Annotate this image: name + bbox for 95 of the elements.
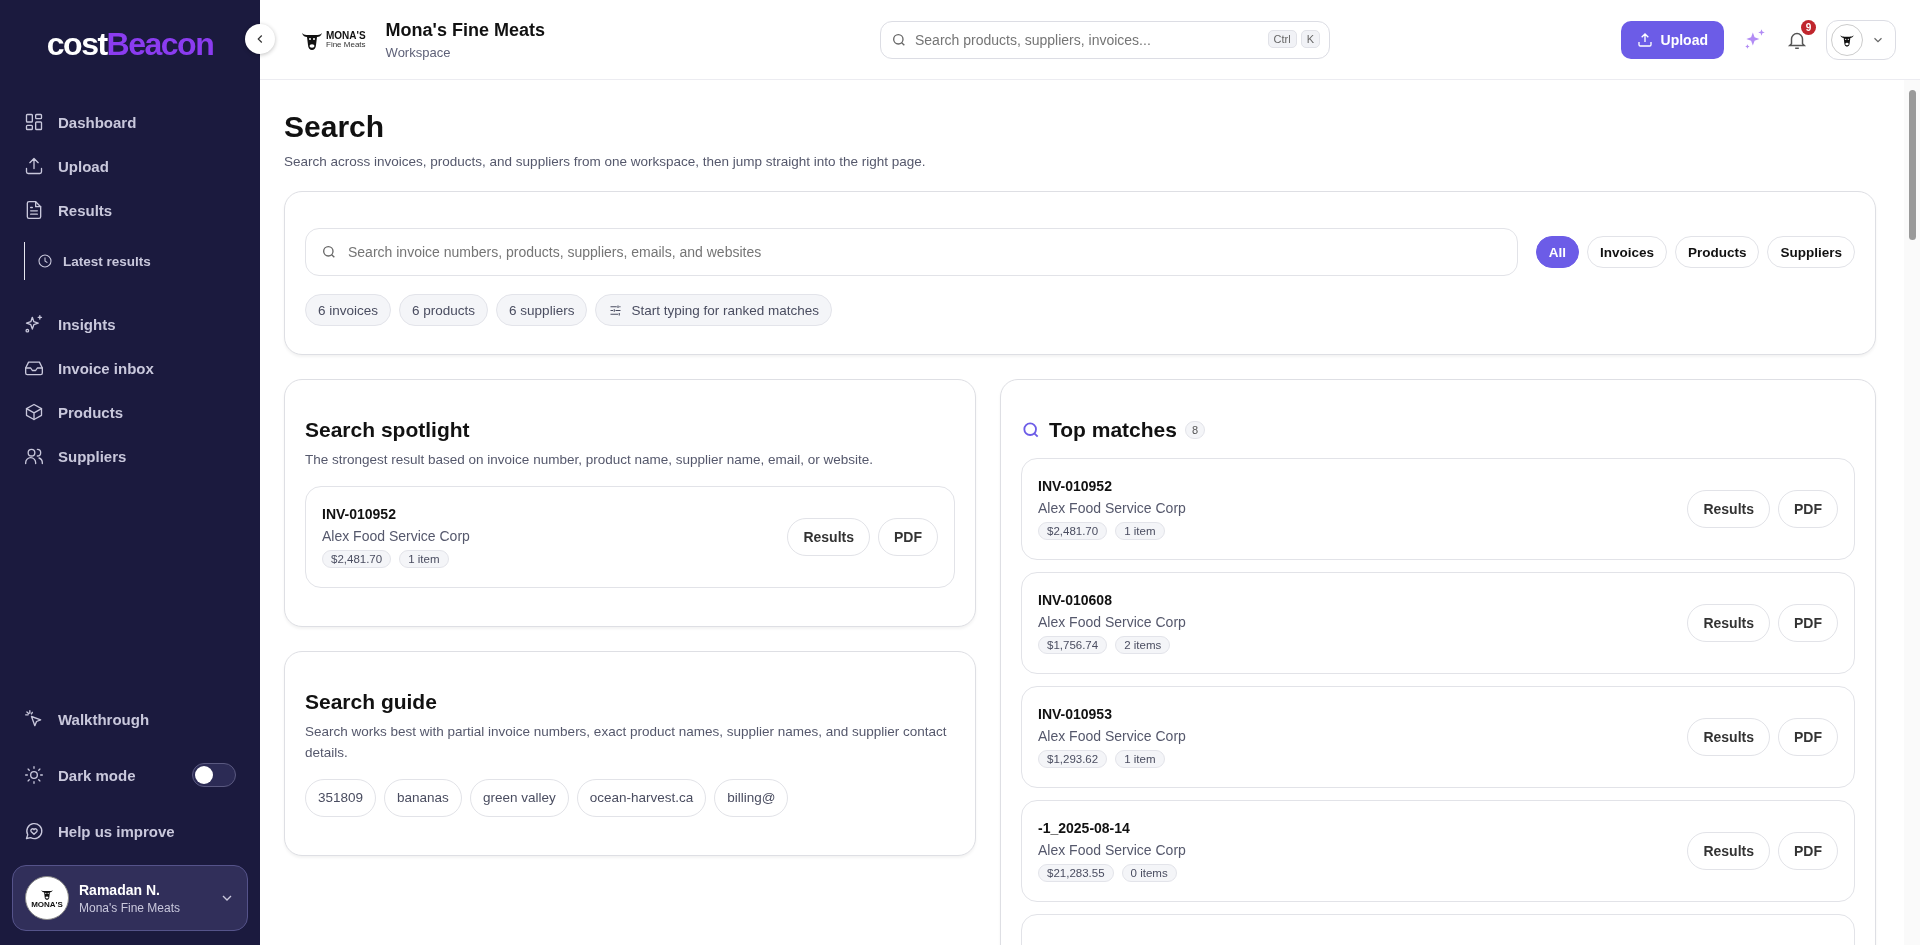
search-field[interactable]: Search invoice numbers, products, suppliers, emails, and websites (305, 228, 1518, 276)
result-card[interactable]: INV-010608 Alex Food Service Corp $1,756.74 2 items Results PDF (1021, 572, 1855, 674)
item-count-tag: 0 items (1121, 864, 1177, 882)
hint-chip: Start typing for ranked matches (595, 294, 832, 326)
action-button[interactable]: Results (1687, 718, 1770, 756)
pointer-icon (24, 709, 44, 729)
action-button[interactable]: PDF (1778, 718, 1838, 756)
app-logo[interactable]: costBeacon (46, 24, 214, 64)
action-button[interactable]: Results (787, 518, 870, 557)
amount-tag: $1,756.74 (1038, 636, 1108, 654)
sun-icon (24, 765, 44, 785)
action-button[interactable]: PDF (1778, 832, 1838, 870)
amount-tag: $21,283.55 (1038, 864, 1114, 882)
scrollbar-thumb[interactable] (1908, 90, 1916, 240)
count-chip: 6 products (399, 294, 489, 326)
result-card[interactable]: INV-010952 Alex Food Service Corp $2,481.70 1 item Results PDF (1021, 458, 1855, 560)
page-title: Search (284, 110, 386, 144)
section-title: Top matches (1049, 418, 1177, 442)
count-badge: 8 (1184, 421, 1206, 439)
section-title: Search spotlight (305, 418, 471, 442)
brand-logo: MONA'S Fine Meats (300, 27, 366, 52)
supplier-name: Alex Food Service Corp (1038, 728, 1187, 744)
action-button[interactable]: PDF (1778, 490, 1838, 528)
users-icon (24, 446, 44, 466)
result-card[interactable]: INV-010953 Alex Food Service Corp $1,293.62 1 item Results PDF (1021, 686, 1855, 788)
item-count-tag: 1 item (1115, 522, 1165, 540)
sidebar-item[interactable]: Insights (12, 302, 248, 346)
sidebar-item[interactable]: Results (12, 188, 248, 232)
invoice-number: INV-010952 (322, 506, 397, 523)
organization-name: Mona's Fine Meats (79, 900, 181, 915)
sidebar-subitem[interactable]: Latest results (24, 242, 248, 280)
search-icon (1021, 420, 1041, 440)
invoice-number: -1_2025-08-14 (1038, 820, 1131, 836)
filter-chip[interactable]: Suppliers (1767, 236, 1855, 268)
account-menu[interactable] (1826, 19, 1896, 60)
item-count-tag: 1 item (1115, 750, 1165, 768)
result-card[interactable]: INV-010952 Alex Food Service Corp $2,481.70 1 item Results PDF (305, 486, 955, 589)
sidebar-item[interactable]: Suppliers (12, 434, 248, 478)
sidebar-item[interactable]: Invoice inbox (12, 346, 248, 390)
amount-tag: $2,481.70 (1038, 522, 1108, 540)
filter-chip[interactable]: Invoices (1586, 236, 1667, 268)
page-subtitle: Search across invoices, products, and suppliers from one workspace, then jump straight into the right page. (284, 154, 927, 169)
upload-icon (24, 156, 44, 176)
filter-chip[interactable]: All (1535, 236, 1579, 268)
sidebar-item[interactable]: Walkthrough (12, 697, 248, 741)
example-chip[interactable]: green valley (469, 778, 569, 817)
count-chip: 6 invoices (305, 294, 392, 326)
supplier-name: Alex Food Service Corp (1038, 842, 1187, 858)
sidebar-item[interactable]: Products (12, 390, 248, 434)
sidebar-item[interactable]: Upload (12, 144, 248, 188)
upload-button[interactable]: Upload (1620, 20, 1724, 59)
dark-mode-label: Dark mode (58, 766, 137, 784)
notification-badge: 9 (1801, 19, 1816, 35)
supplier-name: Alex Food Service Corp (322, 528, 471, 545)
workspace-name: Mona's Fine Meats (385, 19, 545, 41)
search-icon (891, 31, 907, 48)
filter-chip[interactable]: Products (1674, 236, 1760, 268)
item-count-tag: 1 item (399, 550, 449, 569)
example-chip[interactable]: 351809 (305, 778, 377, 817)
action-button[interactable]: PDF (878, 518, 938, 557)
user-name: Ramadan N. (79, 881, 161, 898)
sidebar-item[interactable]: Help us improve (12, 809, 248, 853)
action-button[interactable]: PDF (1778, 604, 1838, 642)
action-button[interactable]: Results (1687, 604, 1770, 642)
invoice-number: INV-010952 (1038, 478, 1113, 494)
cube-icon (24, 402, 44, 422)
example-chip[interactable]: billing@ (714, 778, 789, 817)
workspace-label: Workspace (385, 44, 452, 60)
company-avatar: MONA'S (25, 876, 69, 920)
sidebar-item[interactable]: Dashboard (12, 100, 248, 144)
action-button[interactable]: Results (1687, 832, 1770, 870)
supplier-name: Alex Food Service Corp (1038, 500, 1187, 516)
upload-icon (1636, 31, 1653, 48)
example-chip[interactable]: ocean-harvest.ca (576, 778, 707, 817)
account-card[interactable]: MONA'S Ramadan N. Mona's Fine Meats (12, 865, 248, 931)
section-title: Search guide (305, 690, 438, 715)
invoice-number: INV-010953 (1038, 706, 1113, 722)
action-button[interactable]: Results (1687, 490, 1770, 528)
section-description: Search works best with partial invoice numbers, exact product names, supplier names, and supplier contact details. (305, 723, 948, 762)
clock-icon (37, 253, 53, 269)
grid-icon (24, 112, 44, 132)
invoice-number: INV-010608 (1038, 592, 1113, 608)
sparkle-icon (24, 314, 44, 334)
section-description: The strongest result based on invoice number, product name, supplier name, email, or website. (305, 451, 875, 469)
example-chip[interactable]: bananas (384, 778, 462, 817)
result-card[interactable]: -1_2025-08-14 Alex Food Service Corp $21,283.55 0 items Results PDF (1021, 800, 1855, 902)
supplier-name: Alex Food Service Corp (1038, 614, 1187, 630)
amount-tag: $1,293.62 (1038, 750, 1108, 768)
search-icon (321, 244, 337, 260)
count-chip: 6 suppliers (496, 294, 588, 326)
item-count-tag: 2 items (1115, 636, 1171, 654)
amount-tag: $2,481.70 (322, 550, 392, 569)
document-icon (24, 200, 44, 220)
heart-chat-icon (24, 821, 44, 841)
toggle-switch[interactable] (192, 763, 236, 787)
